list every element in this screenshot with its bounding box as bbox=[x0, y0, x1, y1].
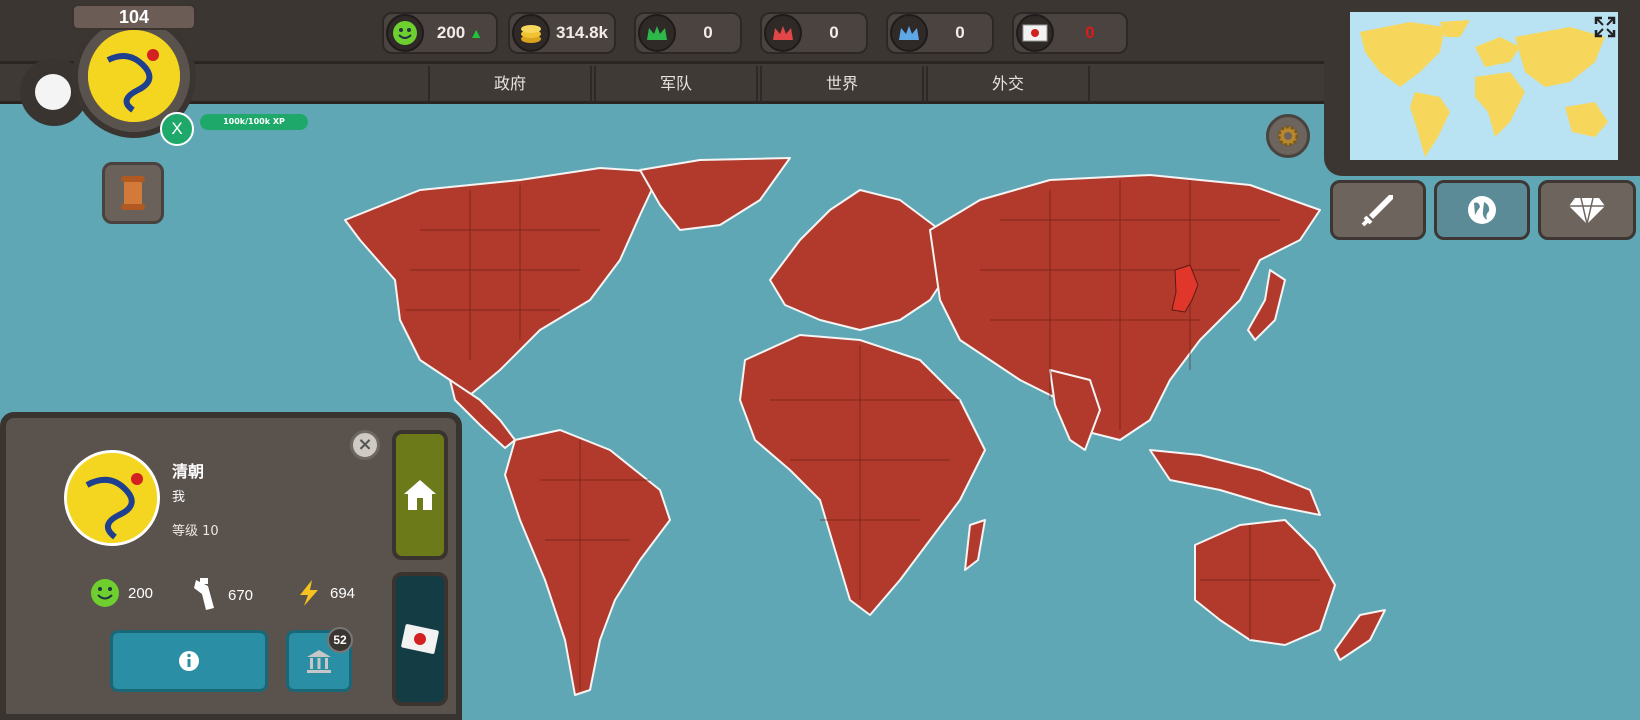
tab-military[interactable]: 军队 bbox=[594, 66, 758, 102]
world-button[interactable] bbox=[1434, 180, 1530, 240]
letters-counter[interactable]: 0 bbox=[1012, 12, 1128, 54]
green-crown-counter[interactable]: 0 bbox=[634, 12, 742, 54]
stat-soldiers: 670 bbox=[190, 578, 253, 612]
dragon-flag-icon bbox=[88, 30, 180, 122]
xp-button[interactable]: X bbox=[160, 112, 194, 146]
crown-icon bbox=[638, 14, 676, 52]
smiley-icon bbox=[91, 579, 119, 607]
diamond-icon bbox=[1569, 197, 1605, 225]
fullscreen-icon[interactable] bbox=[1594, 16, 1616, 38]
letters-value: 0 bbox=[1085, 23, 1095, 42]
minimap[interactable] bbox=[1350, 12, 1618, 160]
country-name: 清朝 bbox=[172, 462, 205, 481]
arrow-up-icon: ▲ bbox=[469, 25, 484, 41]
crown-icon bbox=[890, 14, 928, 52]
level-number: 104 bbox=[72, 4, 196, 30]
stat-soldiers-value: 670 bbox=[228, 586, 254, 604]
country-owner: 我 bbox=[172, 490, 186, 505]
close-icon[interactable]: × bbox=[350, 430, 380, 460]
toggle-knob bbox=[35, 74, 71, 110]
war-button[interactable] bbox=[1330, 180, 1426, 240]
bank-button[interactable]: 52 bbox=[286, 627, 353, 692]
smiley-icon bbox=[386, 14, 424, 52]
letter-icon bbox=[1016, 14, 1054, 52]
green-crown-value: 0 bbox=[703, 23, 713, 42]
scroll-button[interactable] bbox=[102, 162, 164, 224]
coins-icon bbox=[512, 14, 550, 52]
gear-icon bbox=[1277, 125, 1299, 147]
xp-progress-bar: 100k/100k XP bbox=[200, 114, 308, 130]
country-flag-icon bbox=[64, 450, 160, 546]
globe-icon bbox=[1468, 196, 1496, 224]
home-button[interactable] bbox=[392, 430, 448, 560]
red-crown-counter[interactable]: 0 bbox=[760, 12, 868, 54]
scroll-icon bbox=[121, 176, 145, 210]
info-icon bbox=[179, 651, 199, 671]
home-icon bbox=[404, 480, 436, 510]
mail-button[interactable] bbox=[392, 572, 448, 706]
info-button[interactable] bbox=[110, 630, 268, 692]
tab-world[interactable]: 世界 bbox=[760, 66, 924, 102]
bank-count-badge: 52 bbox=[327, 627, 353, 653]
blue-crown-counter[interactable]: 0 bbox=[886, 12, 994, 54]
blue-crown-value: 0 bbox=[955, 23, 965, 42]
stat-happiness: 200 bbox=[90, 578, 153, 608]
gold-counter[interactable]: 314.8k bbox=[508, 12, 616, 54]
lightning-icon bbox=[300, 580, 318, 606]
tab-diplomacy[interactable]: 外交 bbox=[926, 66, 1090, 102]
country-level: 等级 10 bbox=[172, 524, 219, 539]
soldier-icon bbox=[194, 578, 214, 610]
stat-energy: 694 bbox=[296, 578, 355, 608]
stat-energy-value: 694 bbox=[330, 584, 356, 602]
happiness-value: 200 bbox=[436, 23, 466, 42]
gold-value: 314.8k bbox=[556, 23, 608, 42]
crown-icon bbox=[764, 14, 802, 52]
bank-icon bbox=[307, 650, 331, 673]
stat-happiness-value: 200 bbox=[128, 584, 154, 602]
happiness-counter[interactable]: 200 ▲ bbox=[382, 12, 498, 54]
gems-button[interactable] bbox=[1538, 180, 1636, 240]
settings-button[interactable] bbox=[1266, 114, 1310, 158]
letter-icon bbox=[401, 624, 439, 654]
tab-government[interactable]: 政府 bbox=[428, 66, 592, 102]
sword-icon bbox=[1361, 195, 1393, 227]
red-crown-value: 0 bbox=[829, 23, 839, 42]
